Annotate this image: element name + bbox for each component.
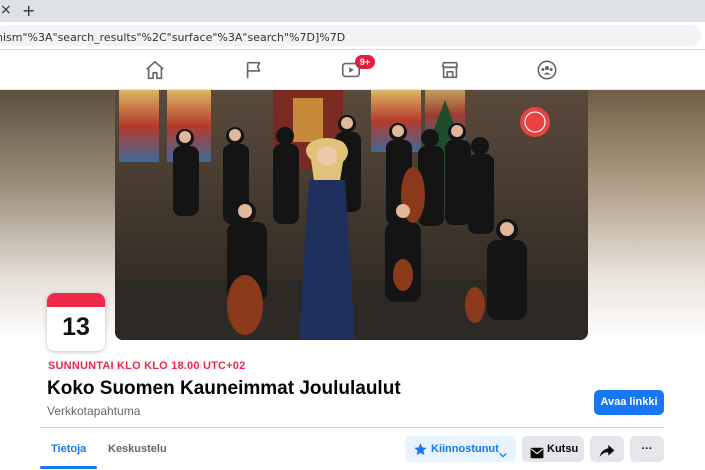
invite-label: Kutsu <box>547 443 579 455</box>
new-tab-icon[interactable]: + <box>22 1 35 20</box>
section-divider <box>40 427 664 428</box>
url-text[interactable]: nism"%3A"search_results"%2C"surface"%3A"… <box>0 31 345 44</box>
tab-discussion[interactable]: Keskustelu <box>108 443 167 455</box>
event-type: Verkkotapahtuma <box>47 404 141 418</box>
tab-close-icon[interactable]: × <box>0 2 12 18</box>
interested-label: Kiinnostunut <box>431 443 499 455</box>
calendar-day: 13 <box>62 313 90 341</box>
calendar-header <box>47 293 105 307</box>
cover-backdrop-right <box>588 90 705 340</box>
star-icon <box>413 441 428 467</box>
watch-notification-badge: 9+ <box>355 55 375 69</box>
url-field[interactable]: nism"%3A"search_results"%2C"surface"%3A"… <box>0 25 701 46</box>
more-options-button[interactable]: ··· <box>630 436 664 462</box>
tab-about[interactable]: Tietoja <box>51 443 86 455</box>
address-bar: nism"%3A"search_results"%2C"surface"%3A"… <box>0 22 705 50</box>
open-link-button[interactable]: Avaa linkki <box>594 390 664 415</box>
share-button[interactable] <box>590 436 624 462</box>
event-cover-photo[interactable] <box>115 90 588 340</box>
groups-icon[interactable] <box>536 59 560 81</box>
envelope-icon <box>530 443 544 469</box>
chevron-down-icon <box>498 444 508 470</box>
active-tab-indicator <box>40 466 97 469</box>
home-icon[interactable] <box>144 59 168 81</box>
invite-button[interactable]: Kutsu <box>522 436 584 462</box>
event-date-calendar: 13 <box>47 293 105 351</box>
pages-flag-icon[interactable] <box>243 59 267 81</box>
facebook-top-nav: 9+ <box>0 51 705 90</box>
marketplace-icon[interactable] <box>439 59 463 81</box>
interested-button[interactable]: Kiinnostunut <box>405 436 516 462</box>
browser-tab-strip: × + <box>0 0 705 22</box>
share-arrow-icon <box>599 442 615 468</box>
event-title: Koko Suomen Kauneimmat Joululaulut <box>47 378 401 399</box>
event-datetime: SUNNUNTAI KLO KLO 18.00 UTC+02 <box>48 360 246 372</box>
